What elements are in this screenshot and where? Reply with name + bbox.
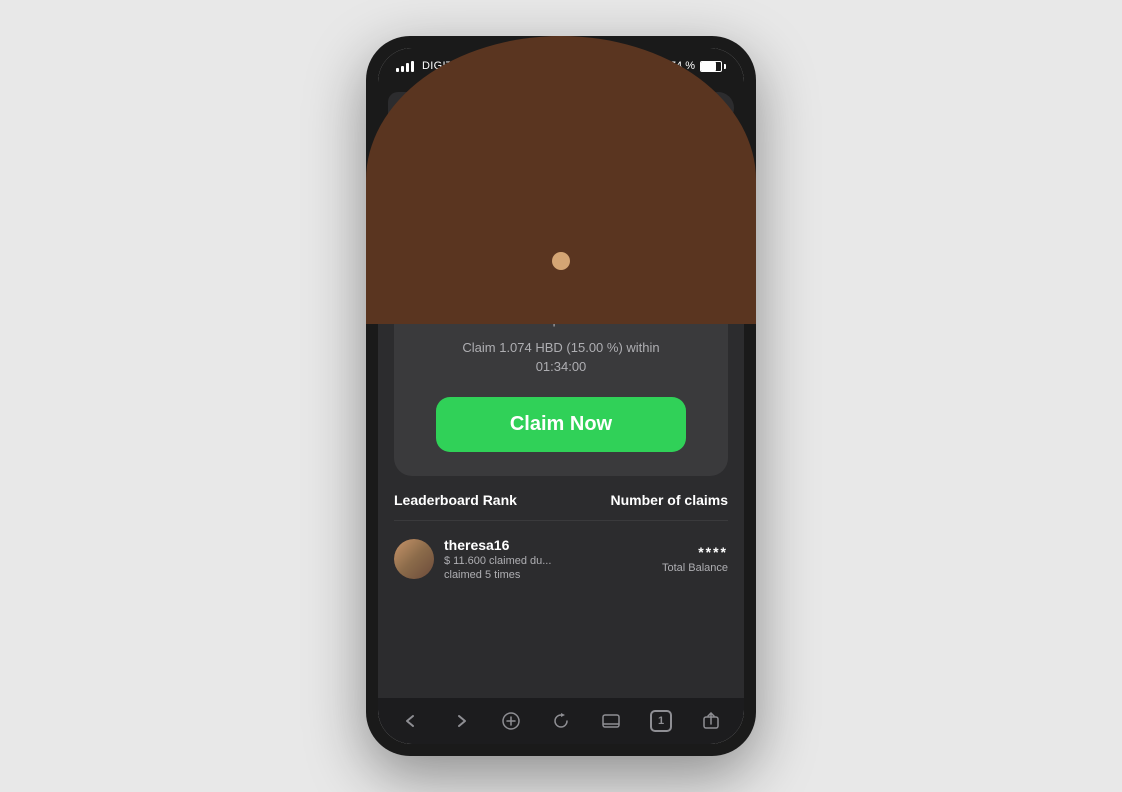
refresh-button[interactable] (543, 703, 579, 739)
display-button[interactable] (593, 703, 629, 739)
leaderboard-rank-col: Leaderboard Rank (394, 492, 517, 508)
forward-button[interactable] (443, 703, 479, 739)
row-avatar (394, 539, 434, 579)
leaderboard-row: theresa16 $ 11.600 claimed du... claimed… (394, 533, 728, 585)
main-content: 1.074 HBD This is from your recent trans… (378, 204, 744, 698)
row-stats: **** Total Balance (662, 544, 728, 574)
leaderboard-claims-col: Number of claims (611, 492, 728, 508)
claim-timer-text: 01:34:00 (536, 359, 587, 374)
row-claimed-times: claimed 5 times (444, 569, 652, 581)
share-button[interactable] (693, 703, 729, 739)
row-claimed-amount: $ 11.600 claimed du... (444, 555, 652, 567)
row-info: theresa16 $ 11.600 claimed du... claimed… (444, 537, 652, 581)
back-button[interactable] (393, 703, 429, 739)
bottom-nav-bar: 1 (378, 698, 744, 744)
row-username: theresa16 (444, 537, 652, 553)
row-stars: **** (662, 544, 728, 560)
leaderboard-header: Leaderboard Rank Number of claims (394, 492, 728, 521)
claim-now-button[interactable]: Claim Now (436, 397, 686, 452)
row-balance-label: Total Balance (662, 562, 728, 574)
battery-icon (700, 61, 726, 72)
signal-icon (396, 61, 414, 72)
add-tab-button[interactable] (493, 703, 529, 739)
phone-frame: DIGITEL LTE 1:21 p. m. ⊕ 74 % ✉ distriat… (366, 36, 756, 756)
tab-count-badge: 1 (650, 710, 672, 732)
claim-info: Claim 1.074 HBD (15.00 %) within 01:34:0… (414, 338, 708, 377)
row-avatar-image (394, 539, 434, 579)
tab-counter-button[interactable]: 1 (643, 703, 679, 739)
leaderboard-section: Leaderboard Rank Number of claims theres… (394, 492, 728, 585)
claim-info-text: Claim 1.074 HBD (15.00 %) within (462, 340, 659, 355)
phone-screen: DIGITEL LTE 1:21 p. m. ⊕ 74 % ✉ distriat… (378, 48, 744, 744)
